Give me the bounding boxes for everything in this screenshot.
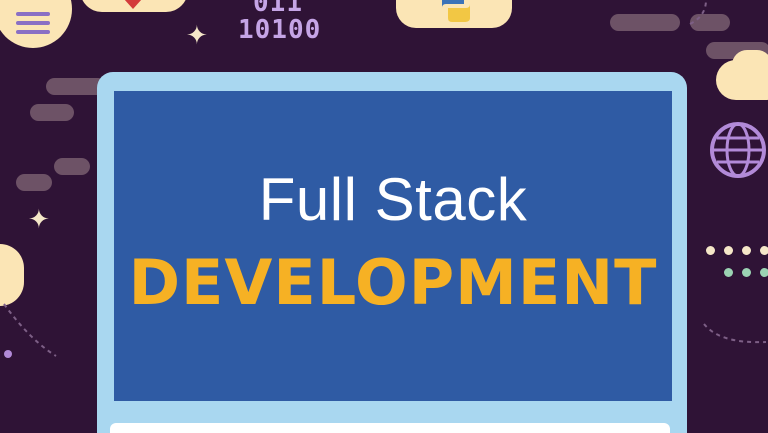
dot-icon — [4, 350, 12, 358]
cloud-menu-icon — [0, 0, 72, 48]
python-logo-icon — [442, 0, 470, 22]
cloud-icon-bump — [732, 50, 768, 80]
sparkle-icon: ✦ — [28, 204, 50, 234]
heart-badge-icon — [80, 0, 188, 12]
dashed-arc-icon — [689, 0, 707, 25]
decor-pill — [610, 14, 680, 31]
decor-pill — [16, 174, 52, 191]
binary-line-bottom: 10100 — [238, 15, 322, 45]
cloud-icon — [0, 244, 24, 306]
python-badge — [396, 0, 512, 28]
title-development: DEVELOPMENT — [128, 246, 658, 319]
dashed-arc-icon — [703, 323, 767, 344]
decor-pill — [30, 104, 74, 121]
dots-icon — [698, 246, 768, 280]
monitor-base-bar — [110, 423, 670, 433]
title-full-stack: Full Stack — [258, 166, 528, 233]
globe-icon — [710, 122, 766, 178]
full-stack-banner: ✦ 011 10100 ✦ Full Stack DEVELOPMENT — [0, 0, 768, 433]
decor-pill — [54, 158, 90, 175]
heart-icon — [124, 0, 142, 9]
sparkle-icon: ✦ — [186, 20, 208, 50]
binary-code-text: 011 10100 — [238, 0, 322, 45]
